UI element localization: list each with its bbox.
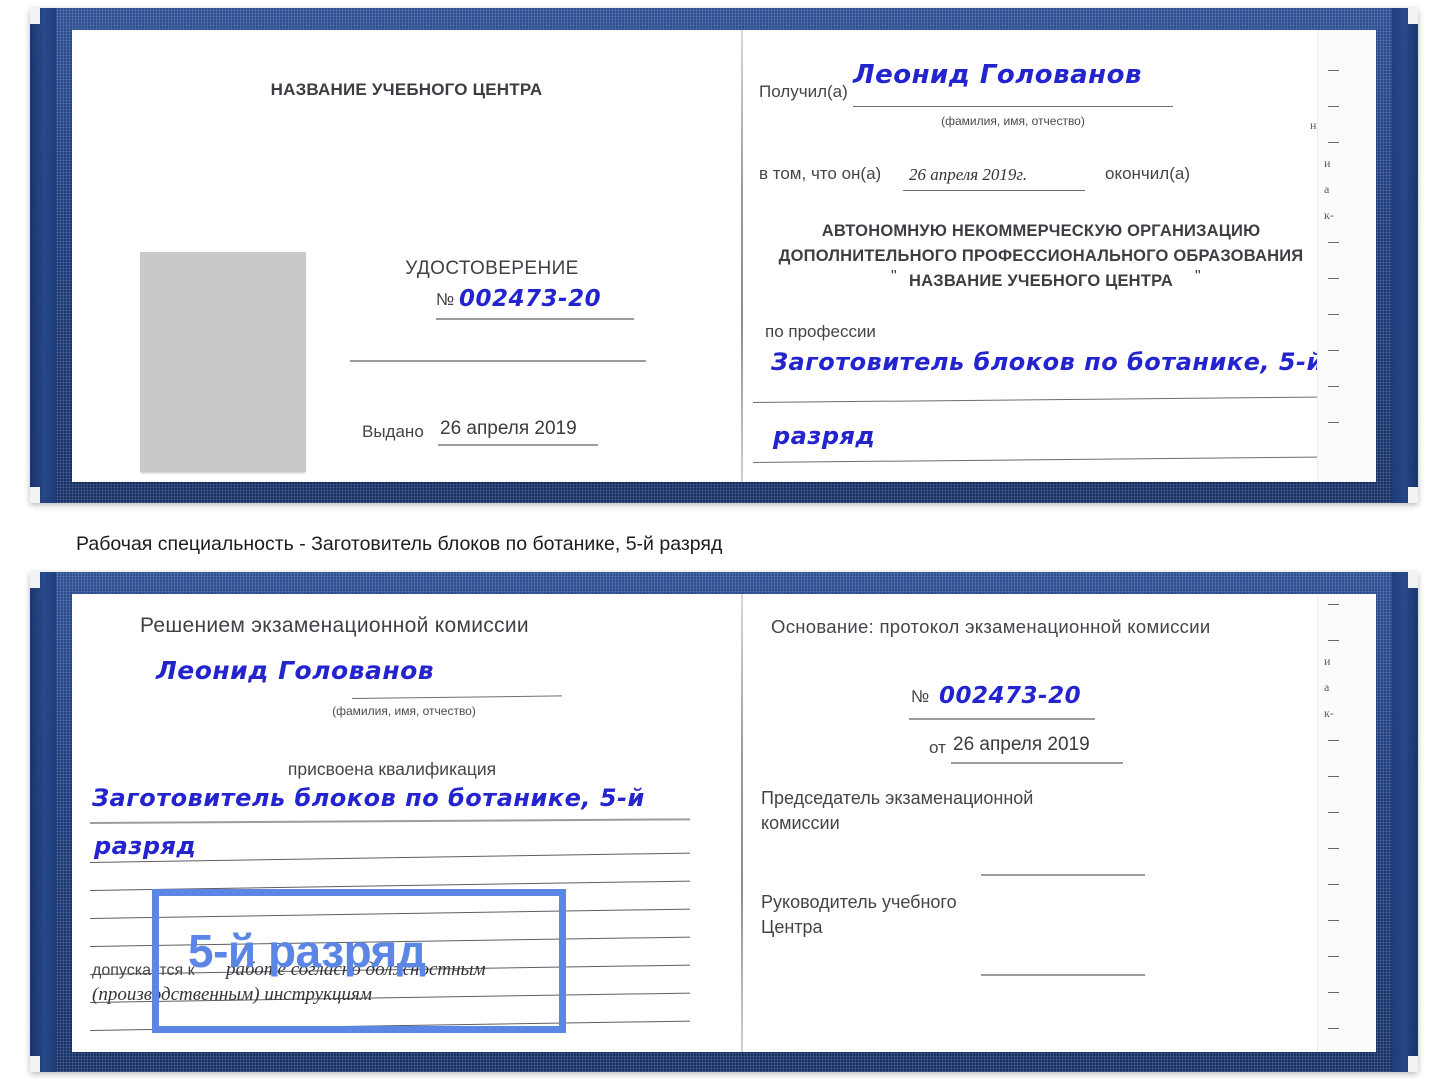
cover-fold-left xyxy=(30,8,56,503)
back-leaf-fragment: н xyxy=(1310,118,1317,132)
back-leaf-fragment: и xyxy=(1324,654,1331,668)
basis-label: Основание: протокол экзаменационной коми… xyxy=(771,616,1211,637)
chairman-signature-rule xyxy=(981,874,1145,876)
profession-value-line-1: Заготовитель блоков по ботанике, 5-й xyxy=(771,348,1324,376)
page-bottom-left: Решением экзаменационной комиссии Леонид… xyxy=(72,594,741,1052)
back-leaf-fragment: а xyxy=(1324,182,1330,196)
fio-hint: (фамилия, имя, отчество) xyxy=(941,114,1085,128)
back-leaf-dash xyxy=(1328,350,1339,351)
back-leaf-dash xyxy=(1328,422,1339,423)
back-leaf-fragment: к- xyxy=(1324,208,1334,222)
back-leaf-dash xyxy=(1328,848,1339,849)
that-he-label: в том, что он(а) xyxy=(759,164,882,183)
profession-label: по профессии xyxy=(765,322,876,341)
page-bottom-right: Основание: протокол экзаменационной коми… xyxy=(743,594,1376,1052)
back-leaf-dash xyxy=(1328,142,1339,143)
cover-fold-left xyxy=(30,572,56,1072)
profession-rule-2 xyxy=(752,456,1357,463)
certificate-number-underline xyxy=(436,318,634,320)
certificate-bottom: Решением экзаменационной комиссии Леонид… xyxy=(30,572,1418,1072)
cover-corner-notch-top-right xyxy=(1408,572,1418,588)
chairman-label-line-2: комиссии xyxy=(761,813,840,833)
certificate-number-label: № xyxy=(436,290,455,309)
protocol-number-underline xyxy=(909,718,1095,720)
back-leaf-fragment: а xyxy=(1324,680,1330,694)
organization-line-3: НАЗВАНИЕ УЧЕБНОГО ЦЕНТРА xyxy=(909,272,1173,290)
back-leaf-dash xyxy=(1328,920,1339,921)
protocol-date-underline xyxy=(951,762,1123,764)
booklet-pages-top: НАЗВАНИЕ УЧЕБНОГО ЦЕНТРА М.П. УДОСТОВЕРЕ… xyxy=(72,30,1376,482)
organization-line-2: ДОПОЛНИТЕЛЬНОГО ПРОФЕССИОНАЛЬНОГО ОБРАЗО… xyxy=(778,247,1304,265)
chairman-label-line-1: Председатель экзаменационной xyxy=(761,788,1034,808)
back-leaf-dash xyxy=(1328,106,1339,107)
back-leaf-fragment: к- xyxy=(1324,706,1334,720)
issued-underline xyxy=(438,444,598,446)
back-leaf-dash xyxy=(1328,278,1339,279)
back-leaf-dash xyxy=(1328,314,1339,315)
back-leaf-dash xyxy=(1328,70,1339,71)
back-leaf-dash xyxy=(1328,956,1339,957)
back-leaf-fragment: и xyxy=(1324,156,1331,170)
issued-value: 26 апреля 2019 xyxy=(440,418,577,439)
received-underline xyxy=(853,106,1173,107)
page-title: НАЗВАНИЕ УЧЕБНОГО ЦЕНТРА xyxy=(270,80,543,99)
cover-fold-right xyxy=(1392,8,1418,503)
cover-corner-notch-bottom-left xyxy=(30,487,40,503)
document-type-title: УДОСТОВЕРЕНИЕ xyxy=(405,258,579,279)
organization-quote-close: " xyxy=(1195,268,1201,285)
back-leaf-dash xyxy=(1328,776,1339,777)
that-he-underline xyxy=(903,190,1085,191)
back-leaf-dash xyxy=(1328,992,1339,993)
finished-label: окончил(а) xyxy=(1105,164,1190,183)
cover-corner-notch-bottom-right xyxy=(1408,1056,1418,1072)
ruled-line xyxy=(89,818,690,824)
back-leaf-dash xyxy=(1328,1028,1339,1029)
profession-value-line-2: разряд xyxy=(773,422,876,450)
page-top-left: НАЗВАНИЕ УЧЕБНОГО ЦЕНТРА М.П. УДОСТОВЕРЕ… xyxy=(72,30,741,482)
back-leaf-dash xyxy=(1328,386,1339,387)
booklet-pages-bottom: Решением экзаменационной комиссии Леонид… xyxy=(72,594,1376,1052)
profession-rule-1 xyxy=(752,396,1357,403)
page-top-right: Получил(а) Леонид Голованов (фамилия, им… xyxy=(743,30,1376,482)
protocol-date-value: 26 апреля 2019 xyxy=(953,734,1090,755)
that-he-value: 26 апреля 2019г. xyxy=(909,165,1028,184)
cover-corner-notch-top-right xyxy=(1408,8,1418,24)
photo-placeholder xyxy=(140,252,306,472)
protocol-number-label: № xyxy=(911,687,930,706)
cover-corner-notch-bottom-right xyxy=(1408,487,1418,503)
head-signature-rule xyxy=(981,974,1145,976)
back-leaf-dash xyxy=(1328,884,1339,885)
issued-label: Выдано xyxy=(362,422,424,441)
certificate-top: НАЗВАНИЕ УЧЕБНОГО ЦЕНТРА М.П. УДОСТОВЕРЕ… xyxy=(30,8,1418,503)
certificate-number-value: 002473-20 xyxy=(459,286,602,312)
back-leaf-dash xyxy=(1328,740,1339,741)
back-leaf-dash xyxy=(1328,242,1339,243)
received-value: Леонид Голованов xyxy=(853,60,1142,90)
back-leaf-dash xyxy=(1328,812,1339,813)
protocol-date-label: от xyxy=(929,738,946,757)
back-leaf-sliver-bottom: и а к- xyxy=(1317,594,1376,1052)
highlight-callout-text: 5-й разряд xyxy=(188,925,426,977)
cover-fold-right xyxy=(1392,572,1418,1072)
head-label-line-1: Руководитель учебного xyxy=(761,892,957,912)
blank-rule-middle xyxy=(350,360,646,362)
back-leaf-dash xyxy=(1328,604,1339,605)
caption-text: Рабочая специальность - Заготовитель бло… xyxy=(76,533,723,555)
back-leaf-dash xyxy=(1328,640,1339,641)
back-leaf-sliver-top: н и а к- xyxy=(1310,30,1376,482)
cover-corner-notch-top-left xyxy=(30,572,40,588)
received-label: Получил(а) xyxy=(759,82,848,101)
cover-corner-notch-top-left xyxy=(30,8,40,24)
protocol-number-value: 002473-20 xyxy=(939,683,1082,709)
qualification-value-line-2: разряд xyxy=(94,832,197,860)
head-label-line-2: Центра xyxy=(761,917,823,937)
cover-corner-notch-bottom-left xyxy=(30,1056,40,1072)
organization-line-1: АВТОНОМНУЮ НЕКОММЕРЧЕСКУЮ ОРГАНИЗАЦИЮ xyxy=(821,222,1261,240)
